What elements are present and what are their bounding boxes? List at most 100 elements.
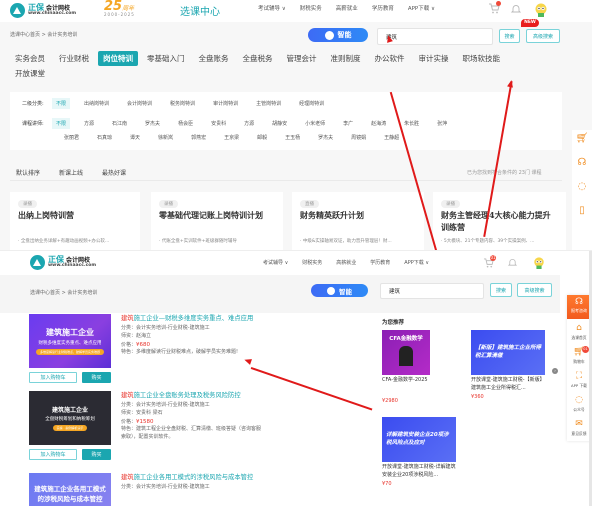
tab-standards[interactable]: 准则制度 [326,51,366,66]
buy-button[interactable]: 购买 [82,372,111,383]
tab-zero-basics[interactable]: 零基础入门 [142,51,190,66]
result-title[interactable]: 建筑施工企业—财税多维度实务重点、难点应用 [121,314,261,323]
course-title[interactable]: 零基础代理记账上岗特训计划 [159,210,275,222]
sidebar-item-home[interactable]: ⌂ 选课首页 [567,319,591,343]
nav-app-download[interactable]: APP下载 ∨ [404,259,429,266]
teacher-option[interactable]: 方源 [84,120,94,127]
recommend-item[interactable]: 详解建筑安装企业20项涉税风险点及应对 开放课堂-建筑施工财税-详解建筑安装企业… [382,417,456,487]
recommend-thumbnail[interactable]: 【新版】建筑施工企业所得税汇算清缴 [471,330,545,375]
nav-exam-tutoring[interactable]: 考试辅导 ∨ [263,259,288,266]
breadcrumb[interactable]: 选课中心首页 > 会计实务培训 [30,289,97,296]
carousel-next-button[interactable]: › [552,368,558,374]
search-button[interactable]: 搜索 [490,283,512,297]
service-icon[interactable]: ☊ [578,158,587,168]
teacher-option[interactable]: 张萍 [437,120,447,127]
tab-job-training[interactable]: 岗位特训 [98,51,138,66]
filter-option[interactable]: 税务岗特训 [170,100,195,107]
recommend-name[interactable]: 开放课堂-建筑施工财税-【新版】建筑施工企业所得税汇... [471,377,545,392]
teacher-option[interactable]: 周镜娟 [351,134,366,141]
course-title[interactable]: 出纳上岗特训营 [18,210,132,222]
teacher-option[interactable]: 小米老师 [305,120,325,127]
recommend-item[interactable]: 【新版】建筑施工企业所得税汇算清缴 开放课堂-建筑施工财税-【新版】建筑施工企业… [471,330,545,400]
add-to-cart-button[interactable]: 加入购物车 [29,372,77,383]
filter-option[interactable]: 经理岗特训 [299,100,324,107]
course-title[interactable]: 财务主管经理4大核心能力提升训练营 [441,210,558,233]
nav-education[interactable]: 学历教育 [372,4,394,12]
phone-icon[interactable]: ▯ [579,206,585,216]
site-logo[interactable]: 正保 会计网校 www.chinaacc.com [10,3,76,18]
chat-icon[interactable]: ◌ [578,182,587,192]
teacher-option[interactable]: 王玉杨 [285,134,300,141]
teacher-option[interactable]: 李广 [343,120,353,127]
course-title[interactable]: 财务精英跃升计划 [300,210,416,222]
search-input[interactable]: 建筑 [377,28,493,45]
search-button[interactable]: 搜索 [499,29,520,43]
breadcrumb[interactable]: 选课中心首页 > 会计实务培训 [10,31,77,38]
sort-newest[interactable]: 新课上线 [59,168,83,177]
tab-management-accounting[interactable]: 管理会计 [282,51,322,66]
tab-open-class[interactable]: 开放课堂 [10,66,50,81]
cart-icon[interactable]: 01 [483,255,496,270]
consult-button[interactable]: ☊ 报考咨询 [567,295,591,319]
teacher-option[interactable]: 邮毅 [257,134,267,141]
tab-office-software[interactable]: 办公软件 [370,51,410,66]
site-title[interactable]: 选课中心 [180,3,220,18]
tab-industry-tax[interactable]: 行业财税 [54,51,94,66]
result-title[interactable]: 建筑施工企业全盘账务处理及税务风险防控 [121,391,261,400]
recommend-item[interactable]: CFA金融数学 CFA-金融数学-2025 ¥2980 [382,330,430,404]
course-card[interactable]: 录播 出纳上岗特训营 · 全盘出纳业务详解+有趣动画视频+办公软... [10,192,140,250]
filter-option[interactable]: 不限 [52,98,71,109]
filter-option[interactable]: 出纳岗特训 [84,100,109,107]
recommend-name[interactable]: 开放课堂-建筑施工财税-详解建筑安装企业20项涉税风险... [382,464,456,479]
add-to-cart-button[interactable]: 加入购物车 [29,449,77,460]
filter-option[interactable]: 会计岗特训 [127,100,152,107]
teacher-option[interactable]: 胡静安 [272,120,287,127]
bell-icon[interactable] [507,258,518,269]
nav-high-salary[interactable]: 高薪就业 [336,4,358,12]
course-thumbnail[interactable]: 建筑施工企业各用工模式 的涉税风险与成本管控 [29,473,111,506]
smart-search-button[interactable]: 智能 [311,284,368,297]
sort-default[interactable]: 默认排序 [16,168,40,177]
recommend-name[interactable]: CFA-金融数学-2025 [382,377,430,385]
sidebar-item-app[interactable]: ⛶ APP 下载 [567,367,591,391]
teacher-option[interactable]: 罗杰夫 [318,134,333,141]
nav-finance-tax[interactable]: 财税实务 [302,259,322,266]
recommend-thumbnail[interactable]: 详解建筑安装企业20项涉税风险点及应对 [382,417,456,462]
nav-exam-tutoring[interactable]: 考试辅导 ∨ [258,4,286,12]
cart-icon[interactable]: 🛒︎ [576,134,589,144]
tab-full-tax[interactable]: 全盘税务 [238,51,278,66]
advanced-search-button[interactable]: 高级搜索 [526,29,560,43]
teacher-option[interactable]: 杨会臣 [178,120,193,127]
avatar[interactable] [534,2,548,20]
teacher-option[interactable]: 方源 [244,120,254,127]
sidebar-item-cart[interactable]: 🛒︎ 购物车 01 [567,343,591,367]
teacher-option[interactable]: 不限 [52,118,71,129]
tab-full-accounts[interactable]: 全盘账务 [194,51,234,66]
teacher-option[interactable]: 郭燕宏 [191,134,206,141]
sidebar-item-feedback[interactable]: ✉ 意见反馈 [567,415,591,441]
filter-option[interactable]: 主管岗特训 [256,100,281,107]
course-card[interactable]: 录播 财务主管经理4大核心能力提升训练营 · 5大模块、21个专题内容、39个实… [433,192,566,250]
advanced-search-button[interactable]: 高级搜索 [517,283,552,297]
avatar[interactable] [533,256,545,272]
smart-search-button[interactable]: 智能 [308,28,368,42]
recommend-thumbnail[interactable]: CFA金融数学 [382,330,430,375]
bell-icon[interactable] [510,4,522,16]
course-card[interactable]: 直播 财务精英跃升计划 · 中级&实操轴易双证，助力晋升管理层！财... [292,192,424,250]
tab-practice-member[interactable]: 实务会员 [10,51,50,66]
teacher-option[interactable]: 徐新岚 [158,134,173,141]
course-thumbnail[interactable]: 建筑施工企业 全盘财税筹划和纳税筹划 实操 · 案例解析演示 [29,391,111,445]
nav-high-salary[interactable]: 高薪就业 [336,259,356,266]
teacher-option[interactable]: 安贵科 [211,120,226,127]
course-card[interactable]: 录播 零基础代理记账上岗特训计划 · 代账全盘+实训软件+班级群随时辅导 [151,192,283,250]
site-logo[interactable]: 正保 会计网校 www.chinaacc.com [30,255,96,270]
buy-button[interactable]: 购买 [82,449,111,460]
cart-icon[interactable] [488,1,501,16]
course-thumbnail[interactable]: 建筑施工企业 财税多维度实务重点、难点应用 多维度解读行业财税难点，破解学员实务… [29,314,111,368]
sidebar-item-wechat[interactable]: ◌ 公众号 [567,391,591,415]
teacher-option[interactable]: 张丽君 [64,134,79,141]
result-title[interactable]: 建筑施工企业各用工模式的涉税风险与成本管控 [121,473,261,482]
teacher-option[interactable]: 石江南 [112,120,127,127]
teacher-option[interactable]: 罗杰夫 [145,120,160,127]
teacher-option[interactable]: 赵海涛 [371,120,386,127]
